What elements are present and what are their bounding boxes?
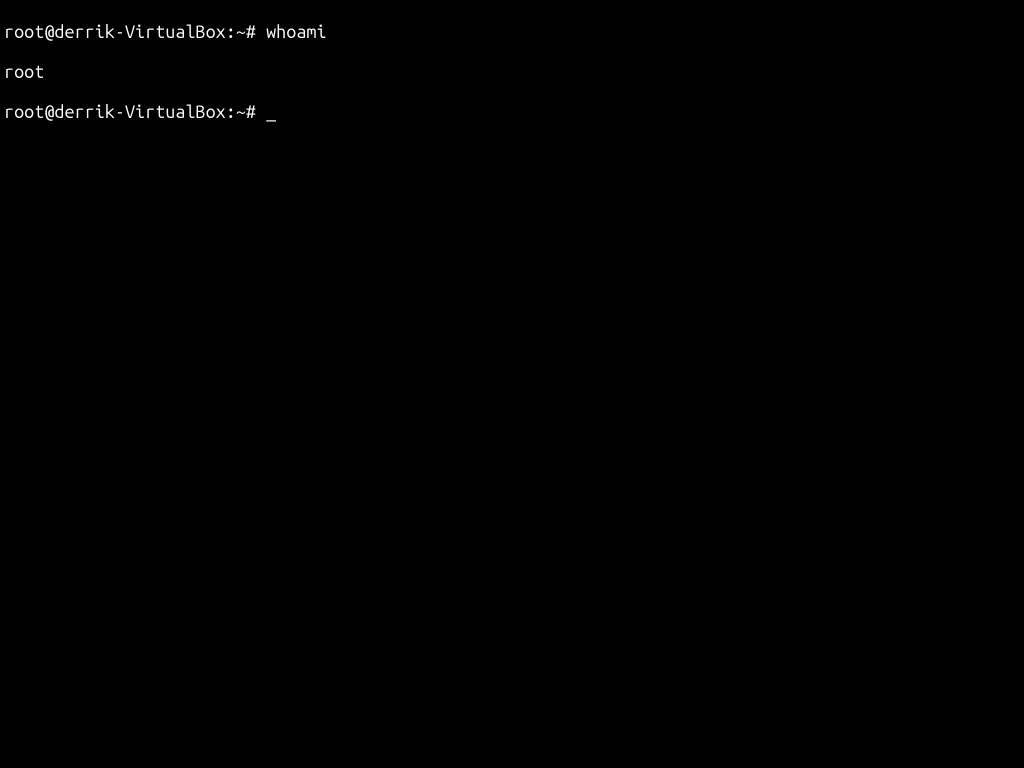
terminal-line: root@derrik-VirtualBox:~# whoami: [4, 22, 1020, 42]
command-text: whoami: [266, 22, 326, 42]
shell-prompt: root@derrik-VirtualBox:~#: [4, 22, 266, 42]
terminal-output[interactable]: root@derrik-VirtualBox:~# whoami root ro…: [4, 2, 1020, 142]
shell-prompt: root@derrik-VirtualBox:~#: [4, 102, 266, 122]
command-output: root: [4, 62, 44, 82]
terminal-line: root@derrik-VirtualBox:~# _: [4, 102, 1020, 122]
terminal-line: root: [4, 62, 1020, 82]
terminal-cursor: _: [266, 102, 276, 122]
